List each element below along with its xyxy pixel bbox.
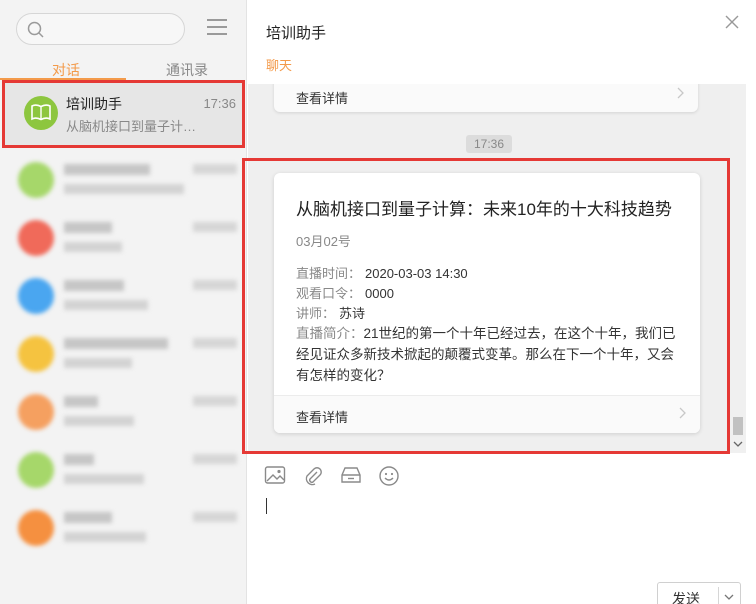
scroll-down-icon[interactable] bbox=[733, 440, 743, 448]
emoji-icon[interactable] bbox=[378, 465, 400, 487]
redacted-time bbox=[193, 164, 237, 174]
chat-title: 培训助手 bbox=[266, 25, 327, 42]
message-timestamp: 17:36 bbox=[466, 135, 512, 153]
conversation-preview: 从脑机接口到量子计… bbox=[66, 119, 197, 134]
conversation-item-redacted[interactable] bbox=[0, 382, 247, 440]
avatar bbox=[18, 336, 54, 372]
redacted-preview bbox=[64, 184, 184, 194]
chevron-right-icon bbox=[677, 87, 684, 99]
redacted-name bbox=[64, 512, 112, 523]
view-details-link[interactable]: 查看详情 bbox=[296, 407, 348, 426]
card-footer[interactable]: 查看详情 bbox=[274, 395, 700, 433]
tab-contacts[interactable]: 通讯录 bbox=[166, 60, 208, 80]
send-button[interactable]: 发送 bbox=[657, 582, 741, 604]
folder-icon[interactable] bbox=[340, 465, 362, 485]
tab-conversations[interactable]: 对话 bbox=[52, 60, 80, 80]
redacted-preview bbox=[64, 474, 144, 484]
redacted-preview bbox=[64, 300, 148, 310]
redacted-name bbox=[64, 396, 98, 407]
chevron-right-icon bbox=[679, 407, 686, 419]
scrollbar-thumb[interactable] bbox=[733, 417, 743, 435]
redacted-name bbox=[64, 454, 94, 465]
view-details-link[interactable]: 查看详情 bbox=[296, 88, 348, 107]
avatar bbox=[24, 96, 58, 130]
watch-code-row: 观看口令： 0000 bbox=[296, 283, 394, 302]
close-icon[interactable] bbox=[724, 14, 740, 30]
redacted-time bbox=[193, 512, 237, 522]
conversation-item-redacted[interactable] bbox=[0, 440, 247, 498]
avatar bbox=[18, 162, 54, 198]
conversation-item-redacted[interactable] bbox=[0, 208, 247, 266]
avatar bbox=[18, 394, 54, 430]
message-input-caret[interactable] bbox=[266, 498, 267, 514]
watch-code-key: 观看口令： bbox=[296, 286, 362, 301]
redacted-time bbox=[193, 222, 237, 232]
search-icon bbox=[27, 21, 44, 38]
watch-code-value: 0000 bbox=[365, 286, 394, 301]
lecturer-row: 讲师： 苏诗 bbox=[296, 303, 365, 322]
redacted-name bbox=[64, 338, 168, 349]
conversation-item-redacted[interactable] bbox=[0, 266, 247, 324]
live-time-value: 2020-03-03 14:30 bbox=[365, 266, 468, 281]
message-area: 查看详情 17:36 从脑机接口到量子计算：未来10年的十大科技趋势 03月02… bbox=[248, 84, 746, 453]
card-date: 03月02号 bbox=[296, 234, 351, 249]
previous-card-footer[interactable]: 查看详情 bbox=[274, 84, 698, 112]
avatar bbox=[18, 220, 54, 256]
redacted-preview bbox=[64, 416, 134, 426]
chevron-down-icon[interactable] bbox=[724, 593, 734, 601]
sidebar-tabs: 对话 通讯录 bbox=[0, 58, 247, 80]
conversation-name: 培训助手 bbox=[66, 96, 122, 112]
intro-key: 直播简介： bbox=[296, 326, 364, 341]
conversation-item-redacted[interactable] bbox=[0, 324, 247, 382]
avatar bbox=[18, 278, 54, 314]
conversation-time: 17:36 bbox=[203, 96, 236, 111]
live-time-row: 直播时间： 2020-03-03 14:30 bbox=[296, 263, 468, 282]
live-broadcast-card[interactable]: 从脑机接口到量子计算：未来10年的十大科技趋势 03月02号 直播时间： 2020… bbox=[274, 173, 700, 433]
conversation-sidebar: 对话 通讯录 培训助手 17:36 从脑机接口到量子计… bbox=[0, 0, 247, 604]
conversation-item-redacted[interactable] bbox=[0, 498, 247, 556]
tab-chat[interactable]: 聊天 bbox=[266, 55, 292, 74]
redacted-name bbox=[64, 222, 112, 233]
redacted-time bbox=[193, 280, 237, 290]
live-time-key: 直播时间： bbox=[296, 266, 362, 281]
conversation-item-training-assistant[interactable]: 培训助手 17:36 从脑机接口到量子计… bbox=[2, 80, 245, 148]
attachment-icon[interactable] bbox=[302, 465, 324, 487]
intro-text: 直播简介：21世纪的第一个十年已经过去，在这个十年，我们已经见证众多新技术掀起的… bbox=[296, 323, 680, 386]
menu-icon[interactable] bbox=[207, 19, 227, 37]
redacted-time bbox=[193, 396, 237, 406]
book-icon bbox=[31, 104, 51, 121]
redacted-preview bbox=[64, 358, 132, 368]
redacted-time bbox=[193, 338, 237, 348]
avatar bbox=[18, 510, 54, 546]
redacted-time bbox=[193, 454, 237, 464]
redacted-preview bbox=[64, 532, 146, 542]
redacted-name bbox=[64, 164, 150, 175]
lecturer-value: 苏诗 bbox=[339, 306, 366, 321]
redacted-preview bbox=[64, 242, 122, 252]
send-divider bbox=[718, 587, 719, 604]
conversation-item-redacted[interactable] bbox=[0, 150, 247, 208]
avatar bbox=[18, 452, 54, 488]
search-input[interactable] bbox=[16, 13, 185, 45]
redacted-name bbox=[64, 280, 124, 291]
send-label: 发送 bbox=[672, 591, 700, 604]
message-scrollbar[interactable] bbox=[730, 84, 746, 453]
card-title: 从脑机接口到量子计算：未来10年的十大科技趋势 bbox=[296, 200, 672, 219]
lecturer-key: 讲师： bbox=[296, 306, 336, 321]
image-icon[interactable] bbox=[264, 465, 286, 485]
